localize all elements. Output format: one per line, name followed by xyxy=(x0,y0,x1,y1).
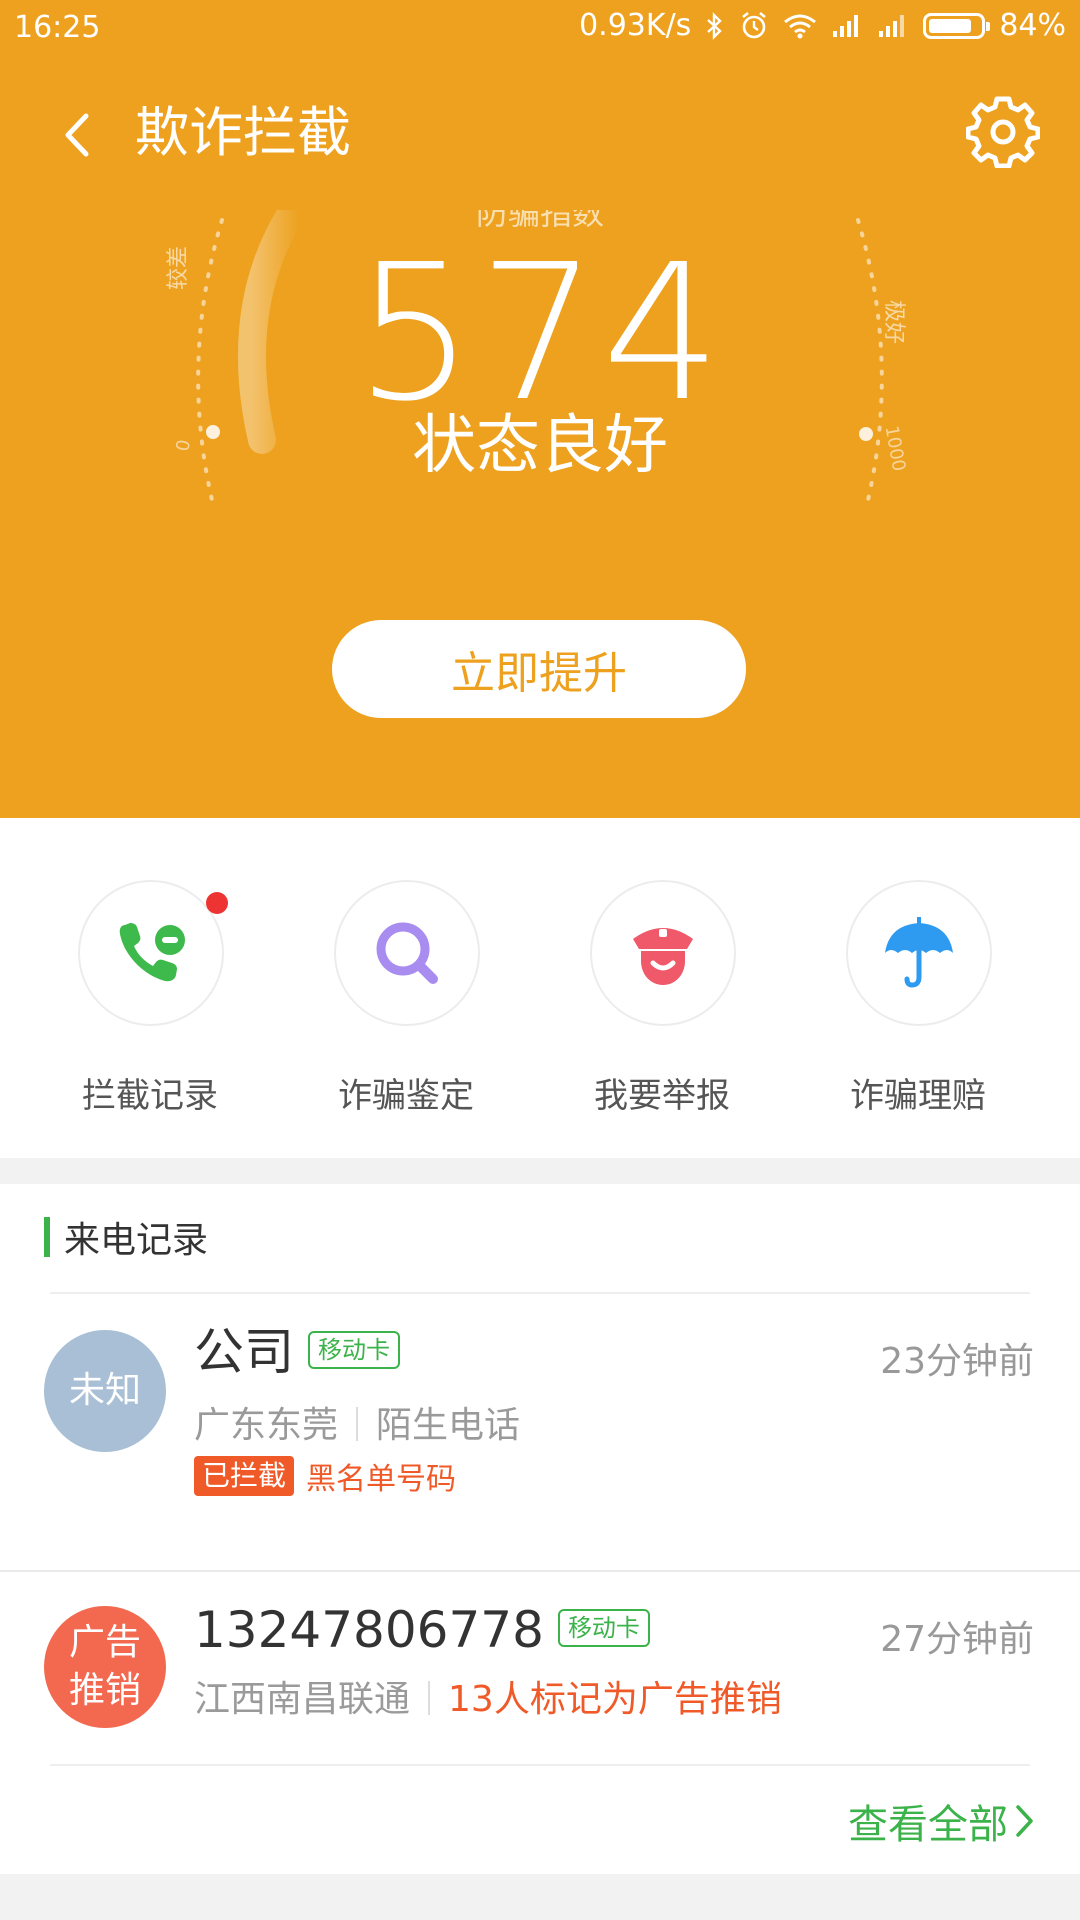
divider xyxy=(50,1764,1030,1766)
title-bar: 欺诈拦截 xyxy=(0,90,1080,178)
alarm-icon xyxy=(742,11,767,38)
page-title: 欺诈拦截 xyxy=(135,101,351,164)
signal-icon xyxy=(833,14,859,37)
caller-meta: 广东东莞 陌生电话 xyxy=(194,1396,520,1448)
signal-icon-2 xyxy=(879,14,905,37)
action-icon-circle xyxy=(334,880,480,1026)
chevron-left-icon[interactable] xyxy=(52,108,106,162)
block-tag-row: 已拦截 黑名单号码 xyxy=(194,1454,456,1498)
avatar-line: 广告 xyxy=(68,1622,141,1663)
caller-name-text: 公司 xyxy=(194,1323,294,1381)
view-all-label: 查看全部 xyxy=(848,1802,1008,1848)
caller-location: 江西南昌联通 xyxy=(194,1679,411,1720)
status-bar: 16:25 0.93K/s 84% xyxy=(0,0,1080,56)
status-icons: 0.93K/s 84% xyxy=(579,8,1066,43)
section-accent xyxy=(44,1217,50,1257)
battery-percent: 84% xyxy=(999,8,1066,43)
chevron-right-icon xyxy=(1016,1805,1033,1837)
avatar-line: 推销 xyxy=(68,1670,141,1711)
meta-separator xyxy=(356,1407,359,1441)
wifi-icon xyxy=(784,14,817,38)
notification-dot xyxy=(206,892,228,914)
block-reason: 黑名单号码 xyxy=(306,1462,457,1497)
bluetooth-icon xyxy=(707,11,723,40)
action-label: 诈骗理赔 xyxy=(850,1076,986,1116)
action-icon-circle xyxy=(78,880,224,1026)
status-time: 16:25 xyxy=(14,10,101,45)
avatar: 未知 xyxy=(44,1330,166,1452)
action-label: 我要举报 xyxy=(594,1076,730,1116)
score-gauge: 防骗指数 较差 极好 0 1000 574 状态良好 xyxy=(0,210,1080,570)
blocked-badge: 已拦截 xyxy=(194,1456,295,1496)
score-status: 状态良好 xyxy=(412,409,668,483)
sim-badge: 移动卡 xyxy=(557,1608,650,1647)
network-speed: 0.93K/s xyxy=(579,8,692,43)
caller-number: 13247806778 xyxy=(194,1601,544,1659)
caller-meta: 江西南昌联通 13人标记为广告推销 xyxy=(194,1670,782,1722)
divider xyxy=(0,1570,1080,1572)
caller-name: 13247806778 移动卡 xyxy=(194,1600,650,1660)
caller-name: 公司 移动卡 xyxy=(194,1322,400,1382)
action-icon-circle xyxy=(590,880,736,1026)
action-report[interactable]: 我要举报 xyxy=(552,880,772,1120)
battery-icon xyxy=(923,12,991,39)
quick-actions: 拦截记录 诈骗鉴定 我要举报 诈骗理赔 xyxy=(0,818,1080,1158)
section-header: 来电记录 xyxy=(44,1214,209,1261)
action-block-records[interactable]: 拦截记录 xyxy=(40,880,260,1120)
avatar: 广告 推销 xyxy=(44,1606,166,1728)
boost-button[interactable]: 立即提升 xyxy=(332,620,746,718)
call-records: 来电记录 未知 公司 移动卡 23分钟前 广东东莞 陌生电话 已拦截 黑名单号码 广… xyxy=(0,1184,1080,1874)
score-header: 16:25 0.93K/s 84% 欺诈拦截 防骗指数 较差 极好 0 1000… xyxy=(0,0,1080,818)
action-label: 拦截记录 xyxy=(82,1076,218,1116)
section-title: 来电记录 xyxy=(64,1220,209,1261)
umbrella-icon xyxy=(885,917,953,988)
search-icon xyxy=(376,922,438,984)
gear-icon[interactable] xyxy=(966,94,1040,168)
divider xyxy=(50,1292,1030,1294)
phone-block-icon xyxy=(119,923,185,982)
call-time: 27分钟前 xyxy=(880,1619,1034,1660)
sim-badge: 移动卡 xyxy=(308,1330,400,1369)
view-all-link[interactable]: 查看全部 xyxy=(848,1792,1036,1850)
caller-location: 广东东莞 xyxy=(194,1405,339,1446)
caller-type: 陌生电话 xyxy=(376,1405,521,1446)
call-record-row[interactable]: 未知 公司 移动卡 23分钟前 广东东莞 陌生电话 已拦截 黑名单号码 xyxy=(0,1316,1080,1516)
score-value: 574 xyxy=(354,224,726,443)
police-icon xyxy=(633,928,693,985)
call-time: 23分钟前 xyxy=(880,1341,1034,1382)
meta-separator xyxy=(428,1681,431,1715)
mark-note: 13人标记为广告推销 xyxy=(448,1679,782,1720)
action-label: 诈骗鉴定 xyxy=(338,1076,474,1116)
action-compensation[interactable]: 诈骗理赔 xyxy=(808,880,1028,1120)
action-icon-circle xyxy=(846,880,992,1026)
action-fraud-check[interactable]: 诈骗鉴定 xyxy=(296,880,516,1120)
